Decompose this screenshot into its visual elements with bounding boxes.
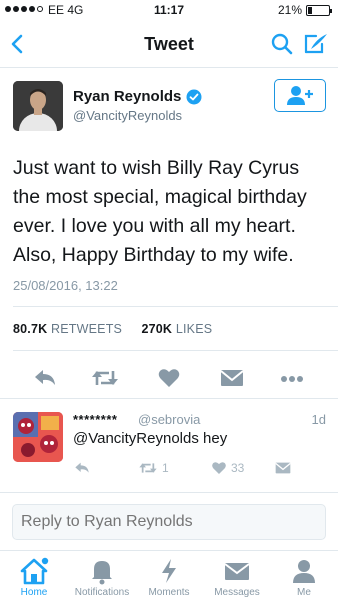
tweet-stats: 80.7K RETWEETS 270K LIKES <box>13 322 212 336</box>
divider <box>13 306 338 307</box>
battery-icon <box>306 5 332 16</box>
divider <box>13 350 338 351</box>
reply-tweet[interactable]: ******** @sebrovia 1d @VancityReynolds h… <box>0 400 338 490</box>
author-name[interactable]: Ryan Reynolds <box>73 88 202 105</box>
tab-messages-label: Messages <box>214 587 260 598</box>
tweet-text: Just want to wish Billy Ray Cyrus the mo… <box>13 157 307 266</box>
status-bar: EE 4G 11:17 21% <box>0 0 338 20</box>
like-button[interactable] <box>157 366 183 390</box>
lightning-icon <box>162 559 176 583</box>
tab-home[interactable]: Home <box>8 551 60 600</box>
likes-label[interactable]: LIKES <box>176 322 212 336</box>
retweet-icon <box>139 463 157 473</box>
reply-input[interactable] <box>12 504 326 540</box>
tab-bar: Home Notifications Moments Messages Me <box>0 550 338 600</box>
bell-icon <box>92 561 112 585</box>
envelope-icon <box>224 563 250 580</box>
reply-icon <box>35 370 55 385</box>
search-button[interactable] <box>270 32 294 56</box>
avatar[interactable] <box>13 81 63 131</box>
retweet-button[interactable] <box>91 366 118 390</box>
verified-badge-icon <box>186 89 202 104</box>
retweets-count[interactable]: 80.7K <box>13 322 47 336</box>
follow-button[interactable] <box>274 79 326 112</box>
reply-reply-button[interactable] <box>73 460 91 476</box>
reply-button[interactable] <box>32 366 58 390</box>
tab-messages[interactable]: Messages <box>206 551 268 600</box>
home-icon <box>20 557 49 585</box>
reply-icon <box>75 462 89 473</box>
battery-percentage: 21% <box>277 3 302 17</box>
nav-bar: Tweet <box>0 20 338 68</box>
reply-age: 1d <box>311 412 326 427</box>
retweets-label[interactable]: RETWEETS <box>51 322 122 336</box>
more-button[interactable] <box>279 366 305 390</box>
author-handle[interactable]: @VancityReynolds <box>73 108 182 123</box>
person-icon <box>293 560 315 583</box>
message-button[interactable] <box>219 366 245 390</box>
reply-retweet-button[interactable]: 1 <box>138 460 169 476</box>
add-user-icon <box>287 85 313 105</box>
reply-like-button[interactable]: 33 <box>211 460 244 476</box>
reply-retweet-count: 1 <box>162 461 169 475</box>
reply-like-count: 33 <box>231 461 245 475</box>
search-icon <box>271 33 293 55</box>
divider <box>0 492 338 493</box>
author-name-text: Ryan Reynolds <box>73 88 182 105</box>
compose-button[interactable] <box>302 30 330 58</box>
tab-notifications-label: Notifications <box>74 587 130 598</box>
tab-moments-label: Moments <box>148 587 190 598</box>
retweet-icon <box>92 371 118 385</box>
envelope-icon <box>275 462 291 474</box>
compose-icon <box>304 34 327 54</box>
tab-notifications[interactable]: Notifications <box>66 551 138 600</box>
more-icon <box>281 376 303 382</box>
reply-text: @VancityReynolds hey <box>73 430 228 447</box>
reply-avatar[interactable] <box>13 412 63 462</box>
tab-me[interactable]: Me <box>282 551 326 600</box>
likes-count[interactable]: 270K <box>141 322 172 336</box>
heart-icon <box>212 462 226 474</box>
tweet-actions <box>0 360 338 396</box>
tab-home-label: Home <box>20 587 48 598</box>
tweet-author: Ryan Reynolds @VancityReynolds <box>0 68 338 138</box>
tab-me-label: Me <box>297 587 311 598</box>
envelope-icon <box>220 370 244 386</box>
heart-icon <box>158 369 180 387</box>
reply-author-name[interactable]: ******** <box>73 412 117 427</box>
reply-message-button[interactable] <box>274 460 292 476</box>
reply-author-handle[interactable]: @sebrovia <box>138 412 200 427</box>
tab-moments[interactable]: Moments <box>140 551 198 600</box>
tweet-timestamp: 25/08/2016, 13:22 <box>13 278 118 293</box>
divider <box>0 398 338 399</box>
